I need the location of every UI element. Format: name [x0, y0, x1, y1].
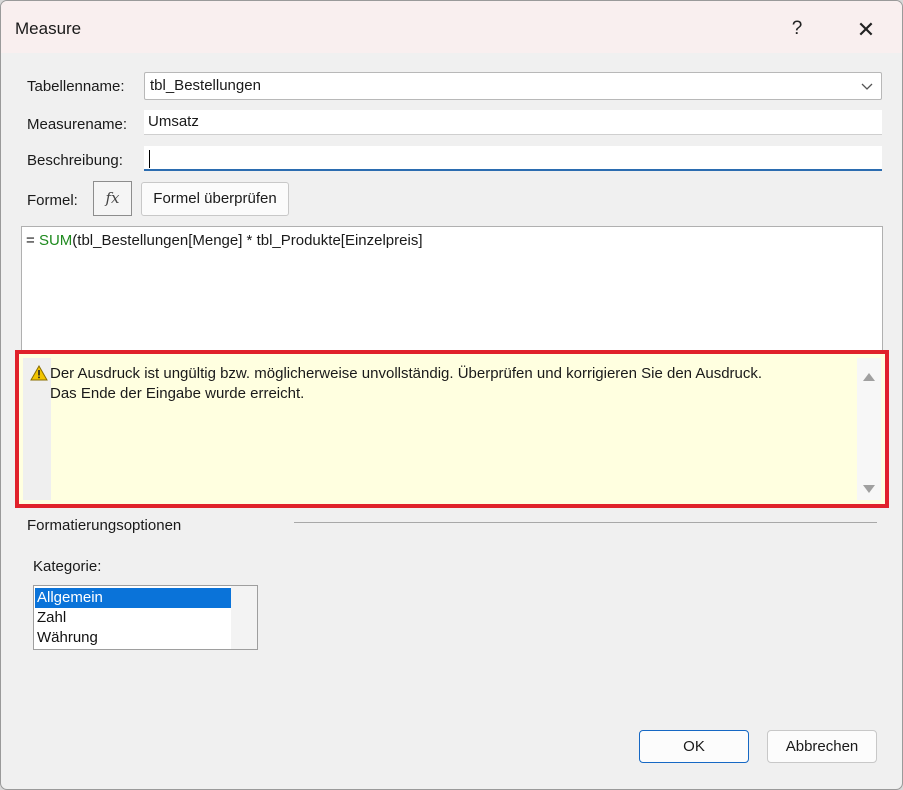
category-scrollbar[interactable]	[231, 586, 257, 649]
scroll-down-icon[interactable]	[862, 484, 876, 494]
dialog-title: Measure	[15, 19, 82, 38]
formula-prefix: =	[26, 232, 39, 249]
error-line-1: Der Ausdruck ist ungültig bzw. möglicher…	[50, 365, 763, 382]
formula-arguments: (tbl_Bestellungen[Menge] * tbl_Produkte[…	[72, 232, 423, 249]
fx-icon: fx	[105, 189, 120, 207]
description-focus-underline	[144, 169, 882, 171]
table-name-label: Tabellenname:	[27, 78, 125, 95]
help-button[interactable]: ?	[781, 13, 813, 45]
category-item-zahl[interactable]: Zahl	[35, 608, 231, 628]
measure-name-input[interactable]: Umsatz	[144, 110, 882, 135]
warning-icon	[30, 365, 48, 381]
error-message-panel: Der Ausdruck ist ungültig bzw. möglicher…	[15, 350, 889, 508]
title-bar: Measure ? ✕	[1, 1, 902, 53]
category-item-allgemein[interactable]: Allgemein	[35, 588, 231, 608]
scroll-up-icon[interactable]	[862, 372, 876, 382]
description-label: Beschreibung:	[27, 152, 123, 169]
table-name-select[interactable]: tbl_Bestellungen	[144, 72, 882, 100]
insert-function-button[interactable]: fx	[93, 181, 132, 216]
measure-dialog: Measure ? ✕ Tabellenname: tbl_Bestellung…	[0, 0, 903, 790]
formula-text: = SUM(tbl_Bestellungen[Menge] * tbl_Prod…	[26, 232, 423, 249]
error-line-2: Das Ende der Eingabe wurde erreicht.	[50, 385, 305, 402]
close-icon: ✕	[856, 17, 876, 42]
chevron-down-icon	[861, 83, 873, 90]
formatting-section-title: Formatierungsoptionen	[27, 517, 182, 534]
ok-button[interactable]: OK	[639, 730, 749, 763]
error-gutter	[23, 358, 51, 500]
check-formula-button[interactable]: Formel überprüfen	[141, 182, 289, 216]
error-scrollbar[interactable]	[857, 358, 881, 500]
text-caret	[149, 150, 150, 168]
cancel-button[interactable]: Abbrechen	[767, 730, 877, 763]
formula-function: SUM	[38, 232, 73, 249]
measure-name-label: Measurename:	[27, 116, 128, 133]
table-name-value: tbl_Bestellungen	[150, 77, 261, 94]
category-label: Kategorie:	[33, 558, 102, 575]
category-item-waehrung[interactable]: Währung	[35, 628, 231, 648]
close-button[interactable]: ✕	[847, 13, 885, 47]
section-divider	[294, 522, 877, 523]
description-input[interactable]	[144, 146, 882, 171]
category-listbox[interactable]: Allgemein Zahl Währung	[33, 585, 258, 650]
formula-label: Formel:	[27, 192, 78, 209]
error-message-text: Der Ausdruck ist ungültig bzw. möglicher…	[50, 364, 850, 404]
